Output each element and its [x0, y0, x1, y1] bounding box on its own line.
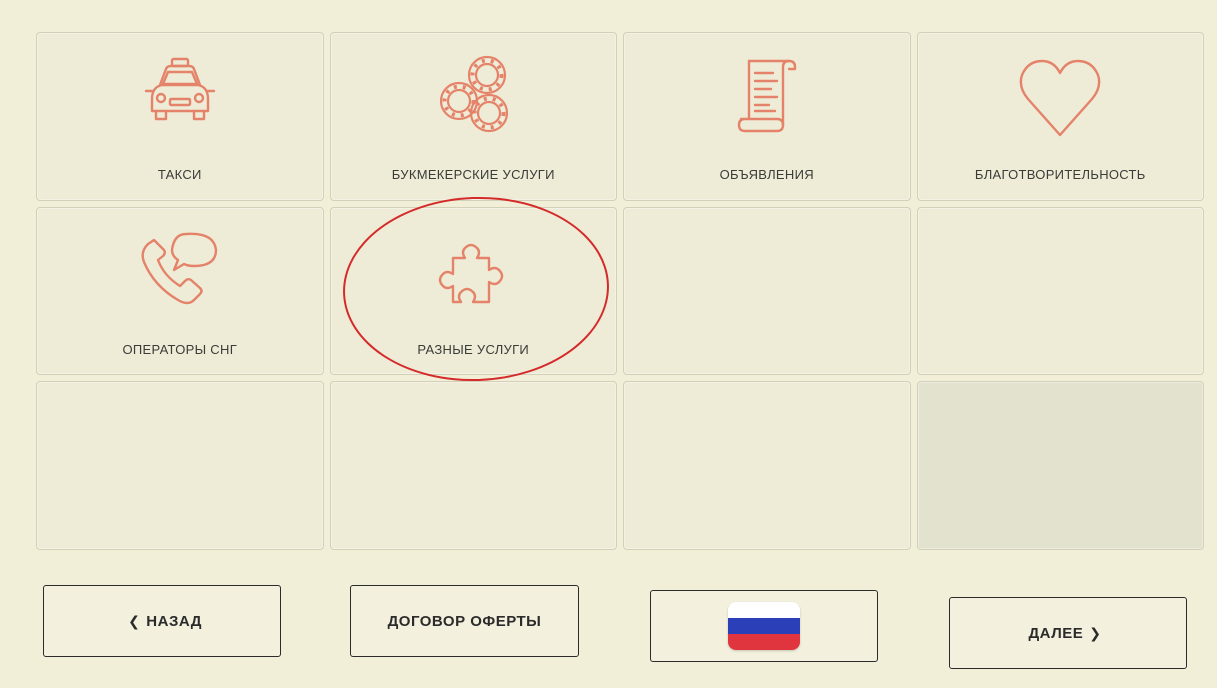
taxi-icon [130, 47, 230, 147]
phone-chat-icon [130, 222, 230, 322]
tile-label: БУКМЕКЕРСКИЕ УСЛУГИ [391, 167, 555, 182]
tile-label: ОПЕРАТОРЫ СНГ [122, 341, 238, 357]
back-button-label: НАЗАД [146, 612, 202, 630]
next-button[interactable]: ДАЛЕЕ ❯ [949, 597, 1187, 669]
tile-label: БЛАГОТВОРИТЕЛЬНОСТЬ [974, 167, 1146, 182]
tile-empty [623, 206, 911, 376]
tile-misc-services[interactable]: РАЗНЫЕ УСЛУГИ [329, 206, 617, 376]
russian-flag-icon [728, 602, 800, 650]
tile-taxi[interactable]: ТАКСИ [36, 32, 324, 201]
tile-label: ОБЪЯВЛЕНИЯ [719, 167, 814, 182]
offer-agreement-button[interactable]: ДОГОВОР ОФЕРТЫ [350, 585, 579, 657]
heart-icon [1010, 47, 1110, 147]
next-button-label: ДАЛЕЕ [1028, 624, 1084, 642]
tile-empty [36, 381, 324, 550]
puzzle-icon [423, 222, 523, 322]
tile-label: ТАКСИ [157, 167, 202, 182]
tile-label: РАЗНЫЕ УСЛУГИ [417, 341, 530, 357]
tile-announcements[interactable]: ОБЪЯВЛЕНИЯ [623, 32, 911, 201]
tile-empty [916, 381, 1204, 550]
chevron-left-icon: ❮ [128, 612, 141, 629]
scroll-icon [717, 47, 817, 147]
tile-empty [329, 381, 617, 550]
tile-empty [916, 206, 1204, 376]
chevron-right-icon: ❯ [1089, 624, 1102, 641]
tile-empty [623, 381, 911, 550]
back-button[interactable]: ❮ НАЗАД [43, 585, 281, 657]
service-grid: ТАКСИ БУКМЕКЕРСКИЕ УСЛУГИ ОБЪЯВЛЕНИЯ БЛА… [36, 32, 1204, 550]
language-button[interactable] [650, 590, 878, 662]
tile-charity[interactable]: БЛАГОТВОРИТЕЛЬНОСТЬ [916, 32, 1204, 201]
casino-chips-icon [423, 47, 523, 147]
offer-button-label: ДОГОВОР ОФЕРТЫ [387, 612, 542, 630]
tile-bookmaker[interactable]: БУКМЕКЕРСКИЕ УСЛУГИ [329, 32, 617, 201]
tile-cis-operators[interactable]: ОПЕРАТОРЫ СНГ [36, 206, 324, 376]
